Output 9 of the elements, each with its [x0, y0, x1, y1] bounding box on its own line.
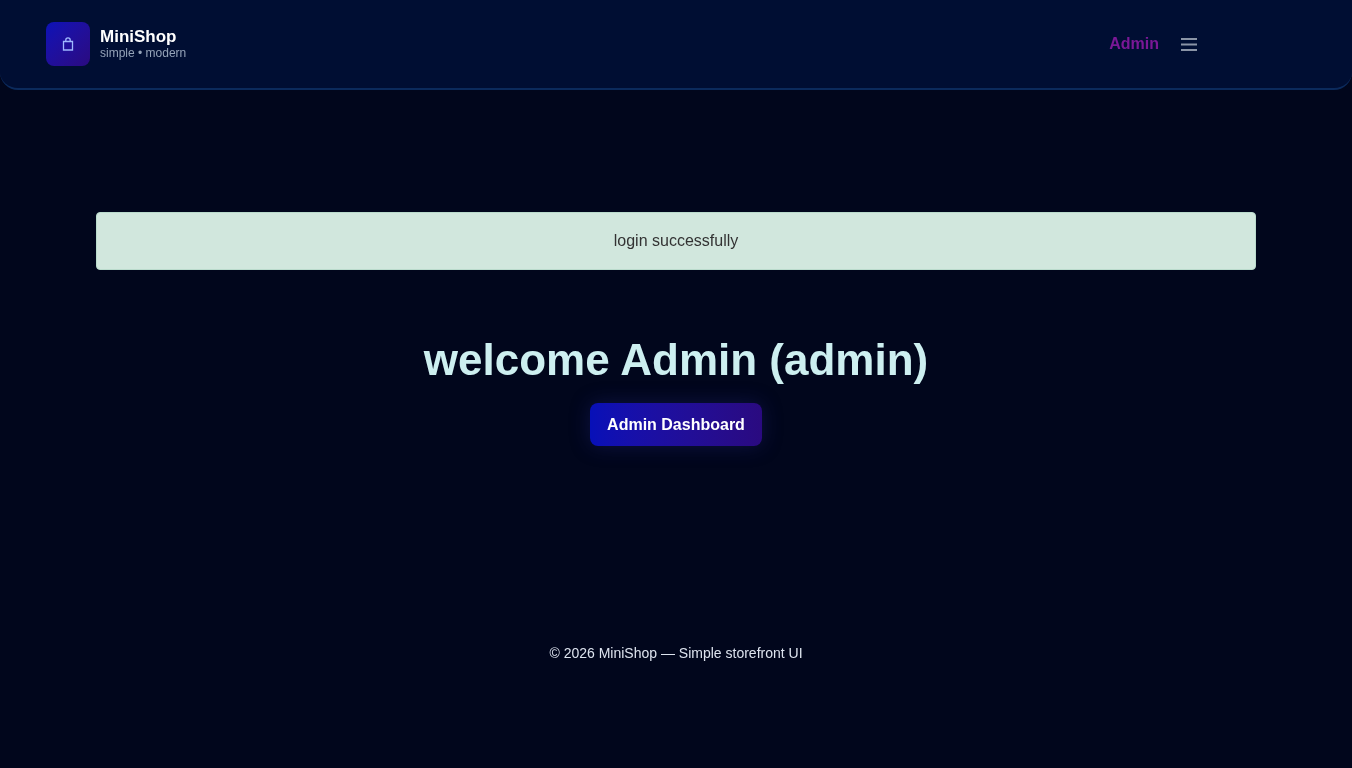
dashboard-button[interactable]: Admin Dashboard [590, 403, 762, 446]
logo-badge[interactable] [46, 22, 90, 66]
brand-tagline: simple • modern [100, 46, 187, 60]
brand-name: MiniShop [100, 28, 178, 46]
shopping-bag-icon [62, 37, 74, 51]
menu-icon[interactable] [1181, 37, 1197, 51]
footer-text: © 2026 MiniShop — Simple storefront UI [549, 644, 803, 663]
welcome-heading: welcome Admin (admin) [423, 334, 929, 386]
success-alert: login successfully [96, 212, 1256, 270]
